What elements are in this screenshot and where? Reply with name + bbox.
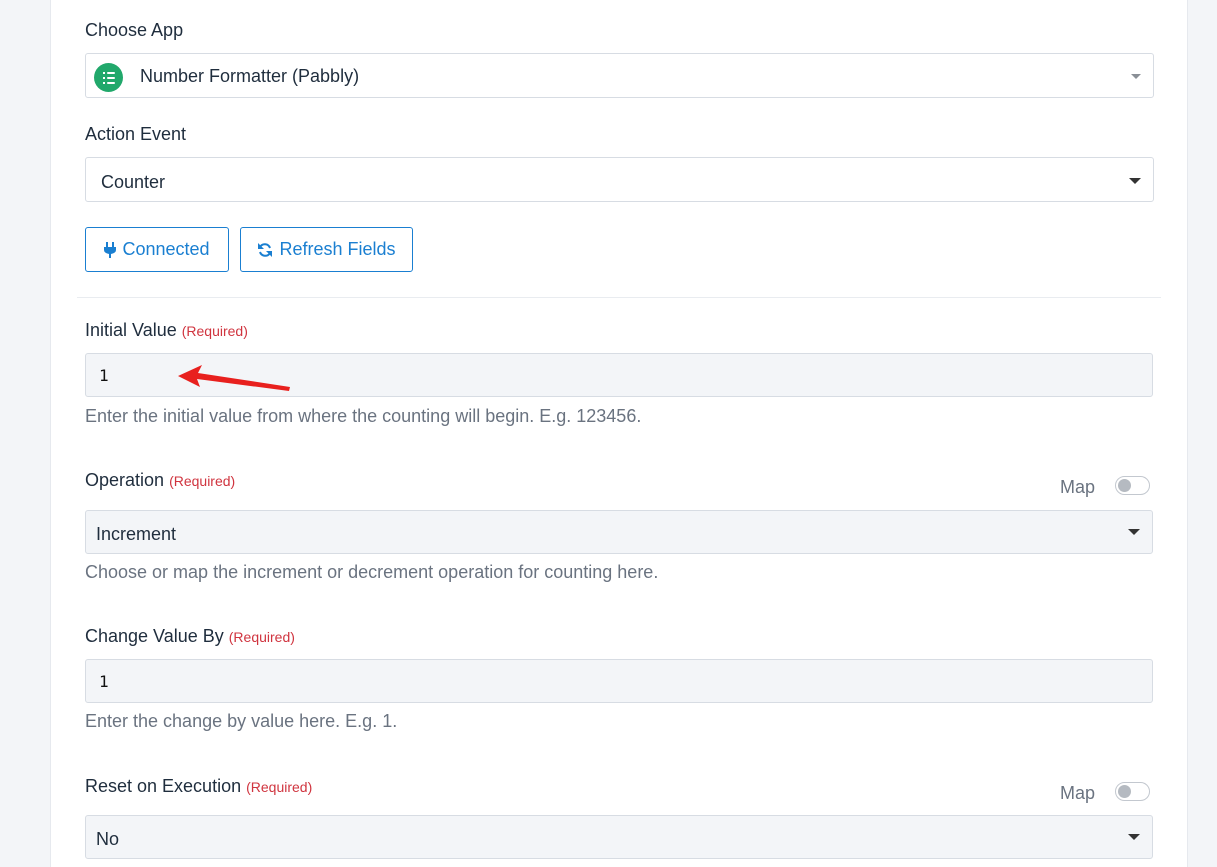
required-marker: (Required) xyxy=(181,323,248,339)
annotation-arrow-icon xyxy=(178,365,290,391)
reset-execution-select[interactable]: No xyxy=(85,815,1153,859)
operation-map-label: Map xyxy=(1060,477,1096,497)
refresh-fields-label: Refresh Fields xyxy=(279,239,396,259)
toggle-knob xyxy=(1118,785,1131,798)
list-icon xyxy=(94,63,123,92)
change-value-label: Change Value By (Required) xyxy=(85,626,295,647)
change-value-text: 1 xyxy=(99,672,109,691)
action-event-value: Counter xyxy=(101,172,166,192)
reset-execution-label: Reset on Execution (Required) xyxy=(85,776,312,797)
initial-value-text: 1 xyxy=(99,366,109,385)
reset-map-toggle[interactable] xyxy=(1115,782,1150,801)
change-value-label-text: Change Value By xyxy=(85,626,224,646)
reset-map-label: Map xyxy=(1060,783,1096,803)
connected-button[interactable]: Connected xyxy=(85,227,229,272)
change-value-input[interactable]: 1 xyxy=(85,659,1153,703)
operation-select[interactable]: Increment xyxy=(85,510,1153,554)
operation-map-toggle[interactable] xyxy=(1115,476,1150,495)
chevron-down-icon xyxy=(1129,178,1141,184)
required-marker: (Required) xyxy=(228,629,295,645)
initial-value-hint: Enter the initial value from where the c… xyxy=(85,406,642,426)
choose-app-value: Number Formatter (Pabbly) xyxy=(140,66,360,86)
reset-execution-value: No xyxy=(96,829,120,849)
chevron-down-icon xyxy=(1128,834,1140,840)
choose-app-select[interactable]: Number Formatter (Pabbly) xyxy=(85,53,1154,98)
refresh-icon xyxy=(258,242,273,257)
change-value-hint: Enter the change by value here. E.g. 1. xyxy=(85,711,398,731)
action-event-label: Action Event xyxy=(85,124,187,144)
initial-value-label-text: Initial Value xyxy=(85,320,177,340)
chevron-down-icon xyxy=(1131,74,1141,79)
chevron-down-icon xyxy=(1128,529,1140,535)
section-divider xyxy=(77,297,1161,298)
operation-hint: Choose or map the increment or decrement… xyxy=(85,562,659,582)
toggle-knob xyxy=(1118,479,1131,492)
reset-execution-label-text: Reset on Execution xyxy=(85,776,242,796)
operation-value: Increment xyxy=(96,524,177,544)
form-panel: Choose App Number Formatter (Pabbly) Act… xyxy=(50,0,1188,867)
plug-icon xyxy=(104,241,117,258)
required-marker: (Required) xyxy=(169,473,236,489)
choose-app-label: Choose App xyxy=(85,20,184,40)
initial-value-label: Initial Value (Required) xyxy=(85,320,248,341)
action-event-select[interactable]: Counter xyxy=(85,157,1154,202)
refresh-fields-button[interactable]: Refresh Fields xyxy=(240,227,413,272)
connected-label: Connected xyxy=(122,239,210,259)
required-marker: (Required) xyxy=(246,779,313,795)
operation-label: Operation (Required) xyxy=(85,470,235,491)
operation-label-text: Operation xyxy=(85,470,165,490)
